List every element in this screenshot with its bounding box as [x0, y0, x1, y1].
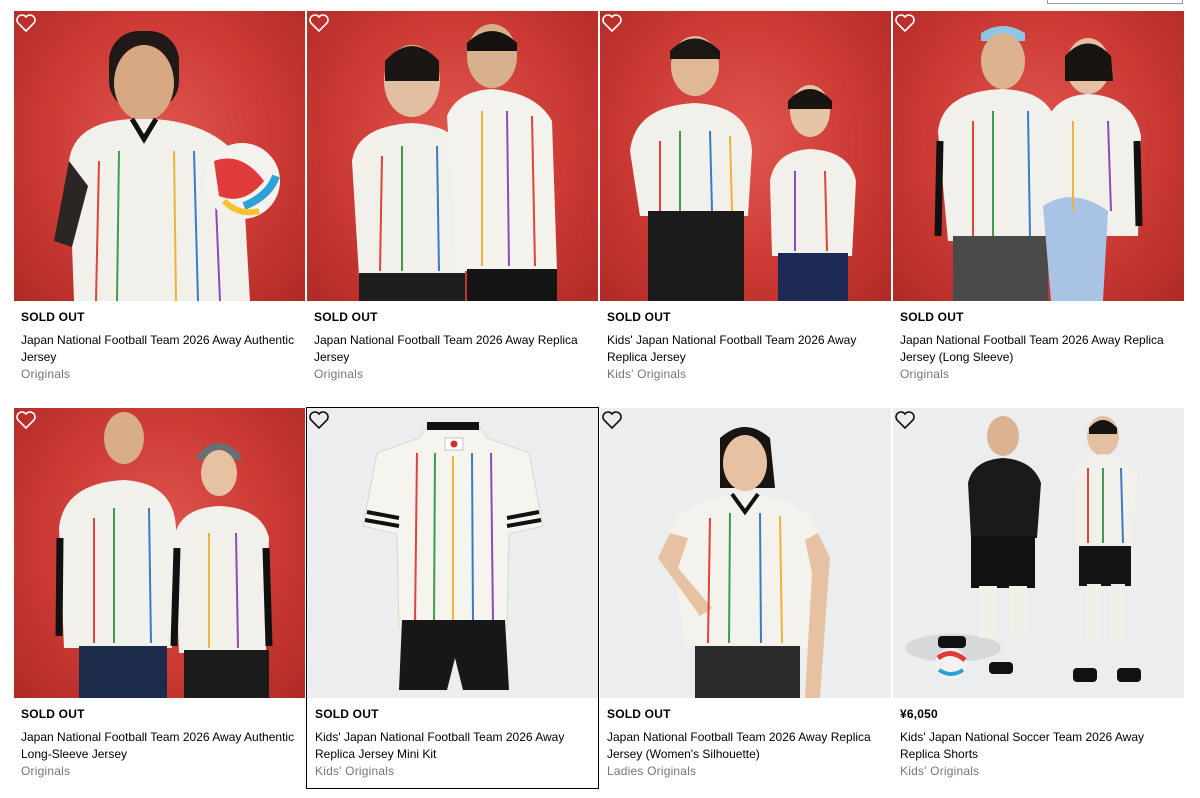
product-name[interactable]: Japan National Football Team 2026 Away A…	[21, 332, 296, 366]
product-card[interactable]: SOLD OUT Japan National Football Team 20…	[600, 408, 891, 798]
model-figure	[658, 427, 830, 698]
product-info: SOLD OUT Japan National Football Team 20…	[21, 706, 296, 780]
heart-outline-icon[interactable]	[307, 408, 331, 432]
product-image[interactable]	[14, 11, 305, 301]
product-image[interactable]	[600, 11, 891, 301]
model-figure	[630, 36, 856, 301]
product-card[interactable]: SOLD OUT Japan National Football Team 20…	[14, 408, 305, 798]
product-card[interactable]: ¥6,050 Kids' Japan National Soccer Team …	[893, 408, 1184, 798]
model-figure	[55, 412, 273, 698]
product-name[interactable]: Kids' Japan National Football Team 2026 …	[315, 729, 590, 763]
price-label: SOLD OUT	[21, 707, 85, 721]
product-image[interactable]	[14, 408, 305, 698]
product-image[interactable]	[600, 408, 891, 698]
product-image[interactable]	[307, 408, 598, 698]
product-category: Ladies Originals	[607, 764, 697, 778]
product-name[interactable]: Japan National Football Team 2026 Away R…	[314, 332, 589, 366]
heart-outline-icon[interactable]	[14, 11, 38, 35]
price-label: SOLD OUT	[21, 310, 85, 324]
product-category: Kids' Originals	[315, 764, 395, 778]
price-label: SOLD OUT	[314, 310, 378, 324]
product-category: Originals	[21, 367, 71, 381]
product-name[interactable]: Kids' Japan National Football Team 2026 …	[607, 332, 882, 366]
product-category: Originals	[900, 367, 950, 381]
product-info: SOLD OUT Kids' Japan National Football T…	[607, 309, 882, 383]
product-category: Kids' Originals	[900, 764, 980, 778]
product-image[interactable]	[893, 408, 1184, 698]
product-card[interactable]: SOLD OUT Kids' Japan National Football T…	[600, 11, 891, 401]
product-name[interactable]: Kids' Japan National Soccer Team 2026 Aw…	[900, 729, 1175, 763]
heart-outline-icon[interactable]	[600, 11, 624, 35]
price-label: SOLD OUT	[900, 310, 964, 324]
heart-outline-icon[interactable]	[307, 11, 331, 35]
price-label: SOLD OUT	[607, 310, 671, 324]
product-name[interactable]: Japan National Football Team 2026 Away R…	[607, 729, 882, 763]
product-info: SOLD OUT Japan National Football Team 20…	[607, 706, 882, 780]
heart-outline-icon[interactable]	[600, 408, 624, 432]
product-name[interactable]: Japan National Football Team 2026 Away A…	[21, 729, 296, 763]
product-category: Originals	[314, 367, 364, 381]
product-info: SOLD OUT Japan National Football Team 20…	[314, 309, 589, 383]
product-category: Kids' Originals	[607, 367, 687, 381]
heart-outline-icon[interactable]	[14, 408, 38, 432]
price-label: SOLD OUT	[607, 707, 671, 721]
model-figure	[54, 31, 280, 301]
product-card[interactable]: SOLD OUT Japan National Football Team 20…	[14, 11, 305, 401]
product-card[interactable]: SOLD OUT Japan National Football Team 20…	[307, 11, 598, 401]
heart-outline-icon[interactable]	[893, 11, 917, 35]
product-info: SOLD OUT Japan National Football Team 20…	[900, 309, 1175, 383]
product-category: Originals	[21, 764, 71, 778]
price-label: SOLD OUT	[315, 707, 379, 721]
model-figure	[934, 26, 1143, 301]
mini-kit-figure	[362, 422, 544, 690]
model-figure	[905, 416, 1141, 682]
product-info: ¥6,050 Kids' Japan National Soccer Team …	[900, 706, 1175, 780]
product-info: SOLD OUT Japan National Football Team 20…	[21, 309, 296, 383]
product-card[interactable]: SOLD OUT Japan National Football Team 20…	[893, 11, 1184, 401]
price-label: ¥6,050	[900, 707, 938, 721]
product-image[interactable]	[893, 11, 1184, 301]
heart-outline-icon[interactable]	[893, 408, 917, 432]
product-info: SOLD OUT Kids' Japan National Football T…	[315, 706, 590, 780]
product-card[interactable]: SOLD OUT Kids' Japan National Football T…	[306, 407, 599, 789]
model-figure	[352, 24, 557, 301]
product-image[interactable]	[307, 11, 598, 301]
product-grid: SOLD OUT Japan National Football Team 20…	[0, 0, 1200, 797]
product-name[interactable]: Japan National Football Team 2026 Away R…	[900, 332, 1175, 366]
